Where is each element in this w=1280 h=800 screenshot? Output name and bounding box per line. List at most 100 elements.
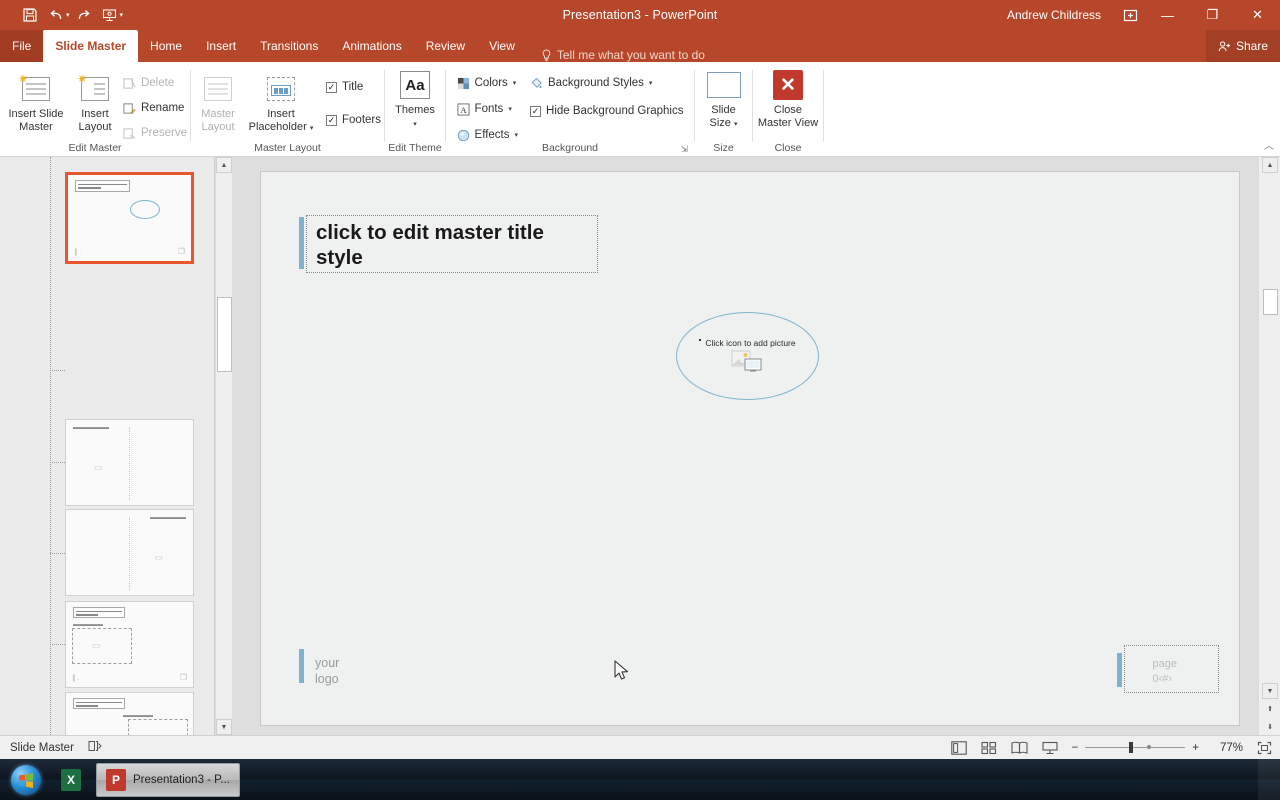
- collapse-ribbon-icon[interactable]: ︿: [1264, 137, 1274, 152]
- share-button[interactable]: Share: [1205, 30, 1280, 62]
- canvas-scroll-up-button[interactable]: ▲: [1262, 157, 1278, 173]
- slide-canvas-area[interactable]: click to edit master title style Click i…: [232, 157, 1258, 735]
- footers-checkbox[interactable]: ✓: [326, 114, 337, 126]
- slide-master-canvas[interactable]: click to edit master title style Click i…: [261, 172, 1239, 725]
- slide-size-caret-icon[interactable]: ▾: [734, 121, 738, 128]
- background-dialog-launcher[interactable]: ⇲: [680, 144, 688, 155]
- slide-sorter-icon[interactable]: [981, 741, 997, 755]
- ribbon-group-close: ✕ Close Master View Close: [753, 62, 823, 157]
- redo-icon[interactable]: [72, 4, 96, 26]
- preserve-label: Preserve: [140, 127, 188, 139]
- zoom-slider[interactable]: − +: [1072, 742, 1199, 754]
- thumb-divider: [129, 517, 130, 590]
- thumb-divider: [129, 427, 130, 500]
- add-picture-icon[interactable]: [731, 350, 765, 374]
- ribbon-display-options-icon[interactable]: [1115, 0, 1145, 30]
- effects-icon: [457, 129, 469, 141]
- proofing-icon[interactable]: [88, 739, 103, 757]
- logo-placeholder-text[interactable]: your logo: [315, 655, 339, 687]
- restore-button[interactable]: ❐: [1190, 0, 1235, 30]
- slideshow-icon[interactable]: [1042, 741, 1058, 755]
- footers-checkbox-row[interactable]: ✓ Footers: [326, 109, 381, 131]
- save-icon[interactable]: [18, 4, 42, 26]
- undo-icon[interactable]: [44, 4, 68, 26]
- tab-home[interactable]: Home: [138, 30, 194, 62]
- insert-placeholder-label-1: Insert: [267, 108, 295, 120]
- effects-caret-icon[interactable]: ▾: [515, 131, 519, 139]
- present-icon[interactable]: [98, 4, 122, 26]
- master-title-text[interactable]: click to edit master title style: [316, 220, 584, 270]
- themes-button[interactable]: Aa Themes ▾: [382, 62, 448, 131]
- group-label-edit-master: Edit Master: [68, 142, 122, 154]
- colors-button[interactable]: Colors ▾: [457, 72, 518, 94]
- zoom-in-button[interactable]: +: [1192, 742, 1199, 754]
- canvas-scrollbar[interactable]: ▲ ▼ ⬆ ⬇: [1258, 157, 1280, 735]
- zoom-track[interactable]: [1085, 742, 1186, 753]
- start-button[interactable]: [6, 761, 46, 799]
- zoom-level-label[interactable]: 77%: [1213, 742, 1243, 754]
- zoom-out-button[interactable]: −: [1072, 742, 1079, 754]
- next-slide-button[interactable]: ⬇: [1262, 719, 1278, 735]
- hide-background-graphics-row[interactable]: ✓ Hide Background Graphics: [530, 100, 683, 122]
- thumbnail-scrollbar[interactable]: ▲ ▼: [215, 157, 232, 735]
- hide-background-graphics-checkbox[interactable]: ✓: [530, 105, 542, 117]
- tab-slide-master[interactable]: Slide Master: [43, 30, 139, 62]
- delete-label: Delete: [140, 77, 175, 89]
- tab-transitions[interactable]: Transitions: [248, 30, 330, 62]
- ribbon-group-edit-theme: Aa Themes ▾ Edit Theme: [385, 62, 445, 157]
- tab-file[interactable]: File: [0, 30, 44, 62]
- tell-me-box[interactable]: Tell me what you want to do: [527, 48, 705, 62]
- undo-dropdown-caret[interactable]: ▾: [66, 11, 70, 19]
- thumbnail-scroll-up-button[interactable]: ▲: [216, 157, 232, 173]
- zoom-midpoint-marker: [1147, 745, 1152, 749]
- canvas-scroll-down-button[interactable]: ▼: [1262, 683, 1278, 699]
- reading-view-icon[interactable]: [1011, 741, 1028, 755]
- master-layout-label-1: Master: [201, 108, 235, 120]
- slide-thumbnail-pane[interactable]: ▍. ❐ ▬▬▬▬▬▬ ▭ ▬▬▬▬▬▬ ▭ ▬▬▬▬▬ ▭ ▍. ❐ ▬▬▬▬…: [0, 157, 215, 735]
- thumb-picture-oval: [130, 200, 160, 219]
- tab-view[interactable]: View: [477, 30, 527, 62]
- insert-placeholder-caret-icon[interactable]: ▾: [310, 125, 314, 132]
- slide-size-button[interactable]: Slide Size ▾: [697, 62, 751, 131]
- picture-placeholder-oval[interactable]: Click icon to add picture: [676, 312, 819, 400]
- account-name[interactable]: Andrew Childress: [1007, 8, 1101, 22]
- close-button[interactable]: ✕: [1235, 0, 1280, 30]
- background-styles-caret-icon[interactable]: ▾: [649, 79, 653, 87]
- title-checkbox[interactable]: ✓: [326, 81, 337, 93]
- close-master-view-button[interactable]: ✕ Close Master View: [754, 62, 822, 129]
- zoom-handle[interactable]: [1129, 742, 1134, 753]
- two-content-layout-thumb[interactable]: ▬▬▬▬▬ ▭ ▍. ❐: [65, 692, 194, 735]
- excel-taskbar-item[interactable]: X: [52, 763, 90, 797]
- normal-view-icon[interactable]: [950, 740, 967, 755]
- title-checkbox-row[interactable]: ✓ Title: [326, 76, 381, 98]
- preserve-icon: [123, 127, 136, 139]
- fonts-button[interactable]: A Fonts ▾: [457, 98, 518, 120]
- title-slide-layout-thumb[interactable]: ▬▬▬▬▬▬ ▭: [65, 419, 194, 506]
- page-placeholder-text[interactable]: page 0‹#›: [1153, 657, 1177, 687]
- previous-slide-button[interactable]: ⬆: [1262, 701, 1278, 717]
- insert-slide-master-button[interactable]: ✷ Insert Slide Master: [3, 66, 69, 133]
- section-header-layout-thumb[interactable]: ▬▬▬▬▬ ▭ ▍. ❐: [65, 601, 194, 688]
- powerpoint-taskbar-item[interactable]: P Presentation3 - P...: [96, 762, 240, 797]
- slide-master-thumb[interactable]: ▍. ❐: [65, 172, 194, 264]
- insert-layout-button[interactable]: ✷ Insert Layout: [69, 66, 121, 133]
- fonts-caret-icon[interactable]: ▾: [508, 105, 512, 113]
- background-styles-button[interactable]: Background Styles ▾: [530, 72, 683, 94]
- canvas-scrollbar-thumb[interactable]: [1263, 289, 1278, 315]
- fit-window-icon[interactable]: [1257, 741, 1272, 755]
- share-person-icon: [1218, 40, 1231, 51]
- tab-animations[interactable]: Animations: [330, 30, 413, 62]
- show-desktop-button[interactable]: [1258, 759, 1280, 800]
- chevron-down-icon[interactable]: ▾: [120, 11, 124, 19]
- tab-review[interactable]: Review: [414, 30, 477, 62]
- rename-master-button[interactable]: Rename: [123, 97, 187, 119]
- minimize-button[interactable]: —: [1145, 0, 1190, 30]
- colors-caret-icon[interactable]: ▾: [513, 79, 517, 87]
- thumbnail-scroll-down-button[interactable]: ▼: [216, 719, 232, 735]
- insert-placeholder-button[interactable]: Insert Placeholder ▾: [242, 66, 320, 135]
- themes-caret-icon[interactable]: ▾: [413, 121, 417, 128]
- thumbnail-scrollbar-thumb[interactable]: [217, 297, 232, 372]
- tab-insert[interactable]: Insert: [194, 30, 248, 62]
- title-content-layout-thumb[interactable]: ▬▬▬▬▬▬ ▭: [65, 509, 194, 596]
- themes-icon: Aa: [400, 68, 430, 102]
